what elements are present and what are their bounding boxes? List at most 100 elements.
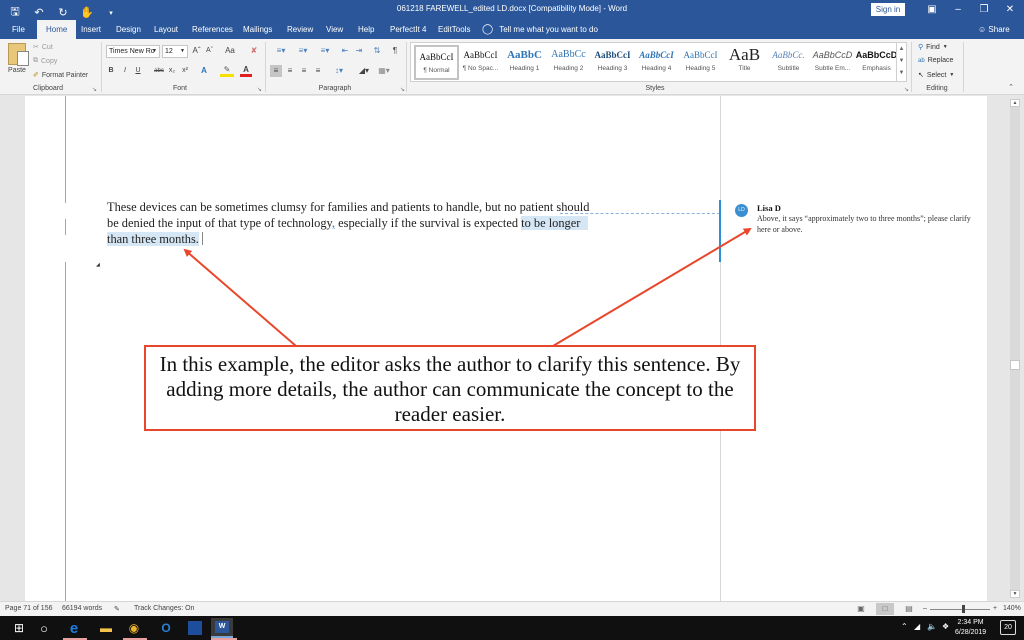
vertical-scrollbar[interactable]: ▲ ▼ xyxy=(1007,96,1024,601)
zoom-level[interactable]: 140% xyxy=(1003,605,1021,612)
start-icon[interactable]: ⊞ xyxy=(8,618,30,638)
zoom-out-button[interactable]: – xyxy=(923,605,927,612)
bold-button[interactable]: B xyxy=(106,65,116,77)
style-item[interactable]: AaBbCcI Heading 3 xyxy=(590,45,635,80)
grow-font-button[interactable]: Aˆ xyxy=(191,45,202,57)
style-item[interactable]: AaBbCcI ¶ Normal xyxy=(414,45,459,80)
justify-icon[interactable]: ≡ xyxy=(312,65,324,77)
shading-icon[interactable]: ◢▾ xyxy=(356,65,372,77)
sign-in-button[interactable]: Sign in xyxy=(871,3,905,16)
tab-layout[interactable]: Layout xyxy=(154,20,178,39)
word-icon[interactable]: W xyxy=(211,618,233,638)
shrink-font-button[interactable]: Aˇ xyxy=(204,45,215,57)
tab-review[interactable]: Review xyxy=(287,20,313,39)
restore-button[interactable]: ❐ xyxy=(974,2,994,18)
show-hidden-icons[interactable]: ⌃ xyxy=(901,622,908,631)
scroll-thumb[interactable] xyxy=(1010,360,1020,370)
tab-design[interactable]: Design xyxy=(116,20,141,39)
zoom-slider-thumb[interactable] xyxy=(962,605,965,613)
bullets-icon[interactable]: ≡▾ xyxy=(271,45,291,57)
borders-icon[interactable]: ▦▾ xyxy=(376,65,392,77)
tab-help[interactable]: Help xyxy=(358,20,374,39)
style-item[interactable]: AaB Title xyxy=(722,45,767,80)
paste-button[interactable]: Paste xyxy=(6,43,29,74)
line-spacing-icon[interactable]: ↕▾ xyxy=(331,65,347,77)
highlight-color-icon[interactable]: ✎ xyxy=(220,65,234,77)
clear-formatting-icon[interactable]: ✘ xyxy=(248,45,260,57)
style-item[interactable]: AaBbCcD Emphasis xyxy=(854,45,899,80)
file-explorer-icon[interactable]: ▬ xyxy=(95,618,117,638)
scroll-up-icon[interactable]: ▲ xyxy=(897,43,906,55)
increase-indent-icon[interactable]: ⇥ xyxy=(353,45,365,57)
style-item[interactable]: AaBbCc Heading 2 xyxy=(546,45,591,80)
chrome-icon[interactable]: ◉ xyxy=(123,618,145,638)
dropbox-icon[interactable]: ❖ xyxy=(942,622,949,631)
action-center-button[interactable]: 20 xyxy=(1000,620,1016,635)
tab-references[interactable]: References xyxy=(192,20,233,39)
show-formatting-marks-button[interactable]: ¶ xyxy=(389,45,401,57)
scroll-down-icon[interactable]: ▼ xyxy=(1010,590,1020,598)
read-mode-icon[interactable]: ▣ xyxy=(852,603,870,615)
change-case-button[interactable]: Aa xyxy=(221,45,239,57)
paragraph-launcher-icon[interactable]: ↘ xyxy=(400,86,405,93)
subscript-button[interactable]: x₂ xyxy=(167,65,177,77)
text-effects-button[interactable]: A xyxy=(198,65,210,77)
share-button[interactable]: ☺ Share xyxy=(978,20,1010,39)
comment-text[interactable]: Above, it says “approximately two to thr… xyxy=(757,214,982,235)
network-icon[interactable]: ◢ xyxy=(914,622,920,631)
edge-icon[interactable]: e xyxy=(63,618,85,638)
font-size-select[interactable]: 12 ▼ xyxy=(162,45,188,58)
scroll-up-icon[interactable]: ▲ xyxy=(1010,99,1020,107)
system-clock[interactable]: 2:34 PM 6/28/2019 xyxy=(955,618,986,638)
strikethrough-button[interactable]: abc xyxy=(153,65,165,77)
superscript-button[interactable]: x² xyxy=(180,65,190,77)
volume-icon[interactable]: 🔈 xyxy=(927,622,937,631)
sort-icon[interactable]: ⇅ xyxy=(371,45,383,57)
tab-mailings[interactable]: Mailings xyxy=(243,20,272,39)
collapse-ribbon-icon[interactable]: ⌃ xyxy=(1006,82,1016,94)
more-styles-icon[interactable]: ▼ xyxy=(897,67,906,79)
styles-launcher-icon[interactable]: ↘ xyxy=(904,86,909,93)
multilevel-list-icon[interactable]: ≡▾ xyxy=(315,45,335,57)
font-name-select[interactable]: Times New Ro ▼ xyxy=(106,45,160,58)
scroll-track[interactable] xyxy=(1010,106,1020,592)
print-layout-icon[interactable]: □ xyxy=(876,603,894,615)
style-item[interactable]: AaBbC Heading 1 xyxy=(502,45,547,80)
style-item[interactable]: AaBbCcD Subtle Em... xyxy=(810,45,855,80)
tab-edittools[interactable]: EditTools xyxy=(438,20,470,39)
zoom-slider[interactable] xyxy=(930,609,990,610)
word-count[interactable]: 66194 words xyxy=(62,605,102,612)
align-center-icon[interactable]: ≡ xyxy=(284,65,296,77)
underline-button[interactable]: U xyxy=(133,65,143,77)
tab-home[interactable]: Home xyxy=(37,20,77,39)
tab-file[interactable]: File xyxy=(12,20,25,39)
style-item[interactable]: AaBbCcI Heading 4 xyxy=(634,45,679,80)
weather-channel-icon[interactable] xyxy=(184,618,206,638)
scroll-down-icon[interactable]: ▼ xyxy=(897,55,906,67)
style-item[interactable]: AaBbCcI ¶ No Spac... xyxy=(458,45,503,80)
document-paragraph[interactable]: These devices can be sometimes clumsy fo… xyxy=(107,199,647,247)
align-right-icon[interactable]: ≡ xyxy=(298,65,310,77)
page-count[interactable]: Page 71 of 156 xyxy=(5,605,53,612)
clipboard-launcher-icon[interactable]: ↘ xyxy=(92,86,97,93)
tab-perfectit[interactable]: PerfectIt 4 xyxy=(390,20,426,39)
cut-button[interactable]: ✂ Cut xyxy=(33,43,53,52)
cortana-icon[interactable]: ○ xyxy=(33,618,55,638)
outlook-icon[interactable]: O xyxy=(155,618,177,638)
style-item[interactable]: AaBbCcI Heading 5 xyxy=(678,45,723,80)
select-button[interactable]: ↖ Select ▼ xyxy=(918,71,954,80)
italic-button[interactable]: I xyxy=(120,65,130,77)
ribbon-display-options-icon[interactable]: ▣ xyxy=(922,2,942,18)
zoom-in-button[interactable]: + xyxy=(993,605,997,612)
numbering-icon[interactable]: ≡▾ xyxy=(293,45,313,57)
style-item[interactable]: AaBbCc. Subtitle xyxy=(766,45,811,80)
web-layout-icon[interactable]: ▤ xyxy=(900,603,918,615)
font-color-button[interactable]: A xyxy=(240,65,252,77)
proofing-icon[interactable]: ✎ xyxy=(114,605,120,613)
find-button[interactable]: ⚲ Find ▼ xyxy=(918,43,948,52)
close-button[interactable]: ✕ xyxy=(1000,2,1020,18)
tell-me-search[interactable]: ◯ Tell me what you want to do xyxy=(482,20,598,39)
format-painter-button[interactable]: ✐ Format Painter xyxy=(33,71,88,80)
copy-button[interactable]: ⧉ Copy xyxy=(33,57,57,65)
font-launcher-icon[interactable]: ↘ xyxy=(257,86,262,93)
